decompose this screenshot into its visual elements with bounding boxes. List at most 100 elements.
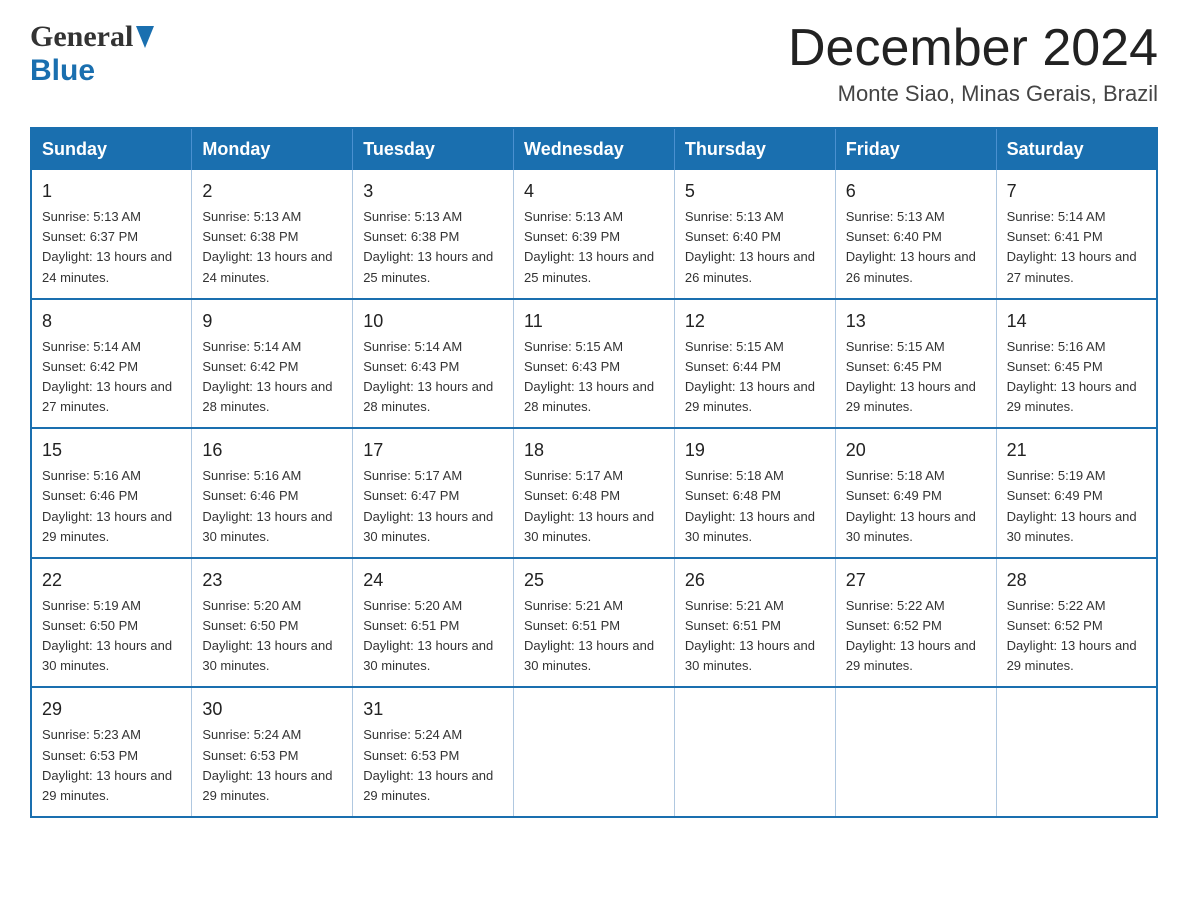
calendar-cell: 30Sunrise: 5:24 AMSunset: 6:53 PMDayligh… [192, 687, 353, 817]
weekday-header-saturday: Saturday [996, 128, 1157, 170]
calendar-cell [674, 687, 835, 817]
calendar-week-row: 29Sunrise: 5:23 AMSunset: 6:53 PMDayligh… [31, 687, 1157, 817]
day-info: Sunrise: 5:22 AMSunset: 6:52 PMDaylight:… [1007, 598, 1137, 673]
calendar-week-row: 15 Sunrise: 5:16 AMSunset: 6:46 PMDayligh… [31, 428, 1157, 558]
calendar-cell: 13 Sunrise: 5:15 AMSunset: 6:45 PMDayligh… [835, 299, 996, 429]
day-info: Sunrise: 5:24 AMSunset: 6:53 PMDaylight:… [202, 727, 332, 802]
day-number: 6 [846, 178, 986, 205]
calendar-cell: 22 Sunrise: 5:19 AMSunset: 6:50 PMDayligh… [31, 558, 192, 688]
day-number: 5 [685, 178, 825, 205]
calendar-cell: 8 Sunrise: 5:14 AMSunset: 6:42 PMDaylight… [31, 299, 192, 429]
day-number: 23 [202, 567, 342, 594]
calendar-cell: 27 Sunrise: 5:22 AMSunset: 6:52 PMDayligh… [835, 558, 996, 688]
day-info: Sunrise: 5:14 AMSunset: 6:42 PMDaylight:… [42, 339, 172, 414]
calendar-cell: 29Sunrise: 5:23 AMSunset: 6:53 PMDayligh… [31, 687, 192, 817]
calendar-cell: 18Sunrise: 5:17 AMSunset: 6:48 PMDayligh… [514, 428, 675, 558]
weekday-header-monday: Monday [192, 128, 353, 170]
day-number: 3 [363, 178, 503, 205]
logo-general-text: General [30, 20, 133, 54]
day-info: Sunrise: 5:24 AMSunset: 6:53 PMDaylight:… [363, 727, 493, 802]
day-info: Sunrise: 5:20 AMSunset: 6:51 PMDaylight:… [363, 598, 493, 673]
day-number: 22 [42, 567, 181, 594]
calendar-cell: 15 Sunrise: 5:16 AMSunset: 6:46 PMDayligh… [31, 428, 192, 558]
weekday-header-sunday: Sunday [31, 128, 192, 170]
day-info: Sunrise: 5:15 AMSunset: 6:45 PMDaylight:… [846, 339, 976, 414]
day-number: 10 [363, 308, 503, 335]
weekday-header-friday: Friday [835, 128, 996, 170]
day-number: 14 [1007, 308, 1146, 335]
calendar-cell: 21Sunrise: 5:19 AMSunset: 6:49 PMDayligh… [996, 428, 1157, 558]
day-info: Sunrise: 5:13 AMSunset: 6:38 PMDaylight:… [363, 209, 493, 284]
calendar-cell: 12Sunrise: 5:15 AMSunset: 6:44 PMDayligh… [674, 299, 835, 429]
day-number: 25 [524, 567, 664, 594]
calendar-cell [514, 687, 675, 817]
calendar-cell: 20 Sunrise: 5:18 AMSunset: 6:49 PMDayligh… [835, 428, 996, 558]
day-number: 15 [42, 437, 181, 464]
day-number: 7 [1007, 178, 1146, 205]
day-number: 13 [846, 308, 986, 335]
day-info: Sunrise: 5:14 AMSunset: 6:41 PMDaylight:… [1007, 209, 1137, 284]
day-number: 20 [846, 437, 986, 464]
location-text: Monte Siao, Minas Gerais, Brazil [788, 81, 1158, 107]
day-info: Sunrise: 5:19 AMSunset: 6:50 PMDaylight:… [42, 598, 172, 673]
calendar-cell [835, 687, 996, 817]
day-info: Sunrise: 5:14 AMSunset: 6:42 PMDaylight:… [202, 339, 332, 414]
day-number: 29 [42, 696, 181, 723]
day-number: 16 [202, 437, 342, 464]
day-number: 11 [524, 308, 664, 335]
day-number: 8 [42, 308, 181, 335]
day-info: Sunrise: 5:17 AMSunset: 6:48 PMDaylight:… [524, 468, 654, 543]
calendar-week-row: 1 Sunrise: 5:13 AMSunset: 6:37 PMDaylight… [31, 170, 1157, 299]
calendar-cell: 5 Sunrise: 5:13 AMSunset: 6:40 PMDaylight… [674, 170, 835, 299]
day-info: Sunrise: 5:13 AMSunset: 6:38 PMDaylight:… [202, 209, 332, 284]
calendar-cell: 1 Sunrise: 5:13 AMSunset: 6:37 PMDaylight… [31, 170, 192, 299]
weekday-header-wednesday: Wednesday [514, 128, 675, 170]
day-number: 12 [685, 308, 825, 335]
calendar-week-row: 8 Sunrise: 5:14 AMSunset: 6:42 PMDaylight… [31, 299, 1157, 429]
day-number: 19 [685, 437, 825, 464]
day-number: 1 [42, 178, 181, 205]
day-number: 28 [1007, 567, 1146, 594]
day-number: 26 [685, 567, 825, 594]
day-number: 2 [202, 178, 342, 205]
calendar-cell: 7 Sunrise: 5:14 AMSunset: 6:41 PMDaylight… [996, 170, 1157, 299]
day-number: 31 [363, 696, 503, 723]
calendar-cell: 23 Sunrise: 5:20 AMSunset: 6:50 PMDayligh… [192, 558, 353, 688]
weekday-header-row: SundayMondayTuesdayWednesdayThursdayFrid… [31, 128, 1157, 170]
day-number: 27 [846, 567, 986, 594]
day-number: 24 [363, 567, 503, 594]
day-info: Sunrise: 5:16 AMSunset: 6:46 PMDaylight:… [42, 468, 172, 543]
day-info: Sunrise: 5:18 AMSunset: 6:49 PMDaylight:… [846, 468, 976, 543]
day-info: Sunrise: 5:16 AMSunset: 6:45 PMDaylight:… [1007, 339, 1137, 414]
calendar-cell [996, 687, 1157, 817]
day-info: Sunrise: 5:20 AMSunset: 6:50 PMDaylight:… [202, 598, 332, 673]
calendar-cell: 2 Sunrise: 5:13 AMSunset: 6:38 PMDaylight… [192, 170, 353, 299]
calendar-week-row: 22 Sunrise: 5:19 AMSunset: 6:50 PMDayligh… [31, 558, 1157, 688]
page-header: General Blue December 2024 Monte Siao, M… [30, 20, 1158, 107]
calendar-cell: 28 Sunrise: 5:22 AMSunset: 6:52 PMDayligh… [996, 558, 1157, 688]
day-info: Sunrise: 5:13 AMSunset: 6:40 PMDaylight:… [846, 209, 976, 284]
calendar-cell: 17Sunrise: 5:17 AMSunset: 6:47 PMDayligh… [353, 428, 514, 558]
day-info: Sunrise: 5:14 AMSunset: 6:43 PMDaylight:… [363, 339, 493, 414]
calendar-cell: 16Sunrise: 5:16 AMSunset: 6:46 PMDayligh… [192, 428, 353, 558]
month-title: December 2024 [788, 20, 1158, 77]
day-number: 9 [202, 308, 342, 335]
logo-arrow-icon [136, 26, 154, 53]
calendar-cell: 11 Sunrise: 5:15 AMSunset: 6:43 PMDayligh… [514, 299, 675, 429]
calendar-cell: 10 Sunrise: 5:14 AMSunset: 6:43 PMDayligh… [353, 299, 514, 429]
calendar-cell: 14 Sunrise: 5:16 AMSunset: 6:45 PMDayligh… [996, 299, 1157, 429]
title-area: December 2024 Monte Siao, Minas Gerais, … [788, 20, 1158, 107]
day-info: Sunrise: 5:13 AMSunset: 6:39 PMDaylight:… [524, 209, 654, 284]
calendar-cell: 9 Sunrise: 5:14 AMSunset: 6:42 PMDaylight… [192, 299, 353, 429]
calendar-cell: 4Sunrise: 5:13 AMSunset: 6:39 PMDaylight… [514, 170, 675, 299]
calendar-cell: 3 Sunrise: 5:13 AMSunset: 6:38 PMDaylight… [353, 170, 514, 299]
day-info: Sunrise: 5:15 AMSunset: 6:43 PMDaylight:… [524, 339, 654, 414]
day-info: Sunrise: 5:21 AMSunset: 6:51 PMDaylight:… [685, 598, 815, 673]
day-info: Sunrise: 5:21 AMSunset: 6:51 PMDaylight:… [524, 598, 654, 673]
day-info: Sunrise: 5:13 AMSunset: 6:40 PMDaylight:… [685, 209, 815, 284]
day-info: Sunrise: 5:17 AMSunset: 6:47 PMDaylight:… [363, 468, 493, 543]
day-info: Sunrise: 5:22 AMSunset: 6:52 PMDaylight:… [846, 598, 976, 673]
weekday-header-tuesday: Tuesday [353, 128, 514, 170]
day-info: Sunrise: 5:13 AMSunset: 6:37 PMDaylight:… [42, 209, 172, 284]
day-info: Sunrise: 5:19 AMSunset: 6:49 PMDaylight:… [1007, 468, 1137, 543]
